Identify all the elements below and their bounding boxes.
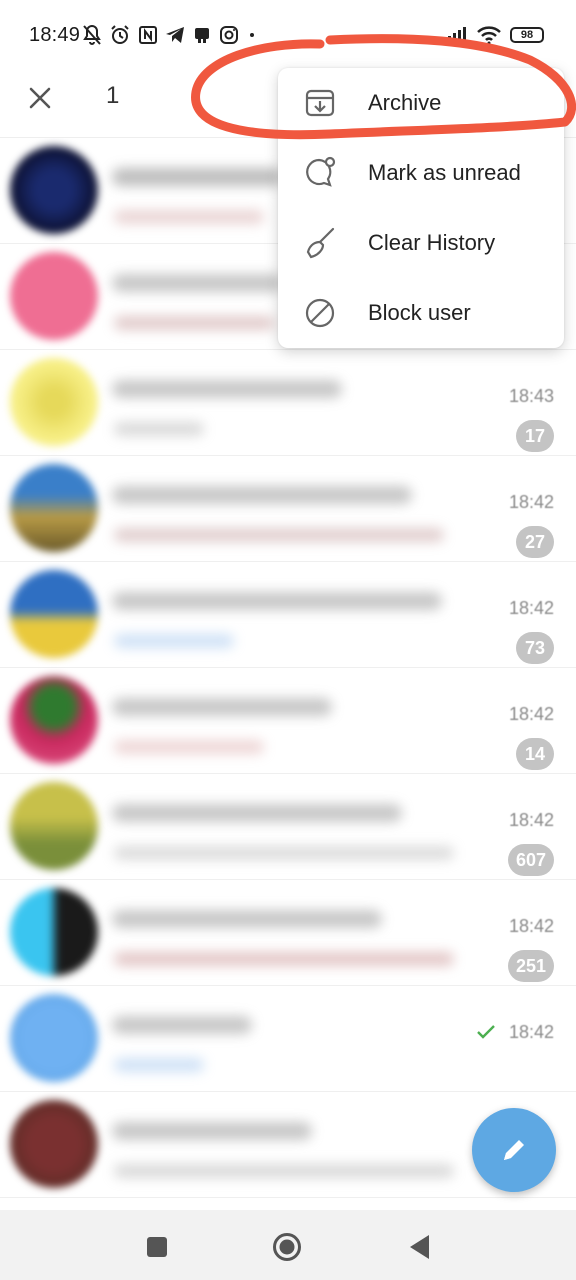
compose-button[interactable]: [472, 1108, 556, 1192]
chat-name: [112, 380, 342, 398]
chat-preview: [114, 210, 264, 224]
square-icon: [147, 1237, 167, 1257]
mark-unread-icon: [302, 155, 338, 191]
avatar: [10, 994, 98, 1082]
avatar: [10, 676, 98, 764]
avatar: [10, 570, 98, 658]
alarm-icon: [111, 25, 129, 44]
chat-time: 18:43: [508, 386, 554, 406]
chat-preview: [114, 1058, 204, 1072]
chat-name: [112, 910, 382, 928]
menu-item-block-user[interactable]: Block user: [278, 278, 564, 348]
avatar: [10, 358, 98, 446]
chat-time: 18:42: [508, 492, 554, 512]
wifi-icon: [477, 26, 501, 45]
unread-badge: 27: [516, 526, 554, 558]
back-triangle-icon: [410, 1235, 429, 1259]
menu-label: Archive: [368, 90, 442, 115]
chat-row[interactable]: 18:42 27: [0, 456, 576, 562]
chat-row[interactable]: 18:42 73: [0, 562, 576, 668]
avatar: [10, 146, 98, 234]
chat-time: 18:42: [508, 810, 554, 830]
chat-name: [112, 592, 442, 610]
menu-label: Block user: [368, 300, 471, 325]
chat-time: 18:42: [508, 1022, 554, 1042]
menu-label: Clear History: [368, 230, 496, 255]
system-icons: 98: [442, 22, 544, 48]
avatar: [10, 1100, 98, 1188]
chat-name: [112, 274, 282, 292]
home-button[interactable]: [272, 1232, 302, 1262]
broom-icon: [302, 225, 338, 261]
chat-row[interactable]: 18:42 251: [0, 880, 576, 986]
avatar: [10, 464, 98, 552]
read-check-icon: [477, 1025, 495, 1039]
unread-badge: 14: [516, 738, 554, 770]
battery-icon: 98: [510, 27, 544, 43]
chat-row[interactable]: 18:42: [0, 986, 576, 1092]
chat-preview: [114, 316, 274, 330]
nfc-icon: [139, 26, 157, 44]
selection-count: 1: [106, 82, 120, 109]
system-nav-bar: [0, 1210, 576, 1280]
chat-context-menu: Archive Mark as unread Clear History Blo…: [278, 68, 564, 348]
chat-time: 18:42: [508, 916, 554, 936]
chat-name: [112, 698, 332, 716]
chat-time: 18:42: [508, 704, 554, 724]
battery-level: 98: [520, 29, 534, 41]
archive-icon: [302, 85, 338, 121]
avatar: [10, 782, 98, 870]
chat-preview: [114, 1164, 454, 1178]
chat-time: 18:42: [508, 598, 554, 618]
chat-preview: [114, 846, 454, 860]
chat-preview: [114, 952, 454, 966]
chat-row[interactable]: 18:42 14: [0, 668, 576, 774]
chat-row[interactable]: 18:43 17: [0, 350, 576, 456]
close-selection-button[interactable]: [22, 80, 58, 116]
block-icon: [302, 295, 338, 331]
avatar: [10, 252, 98, 340]
signal-icon: [443, 27, 466, 44]
unread-badge: 251: [507, 950, 554, 982]
bot-icon: [195, 28, 209, 43]
chat-name: [112, 168, 282, 186]
avatar: [10, 888, 98, 976]
chat-name: [112, 1016, 252, 1034]
status-bar: 18:49 98: [0, 0, 576, 68]
chat-preview: [114, 634, 234, 648]
telegram-icon: [166, 27, 184, 43]
unread-badge: 73: [516, 632, 554, 664]
chat-preview: [114, 422, 204, 436]
back-button[interactable]: [404, 1232, 434, 1262]
chat-name: [112, 1122, 312, 1140]
chat-preview: [114, 740, 264, 754]
menu-item-archive[interactable]: Archive: [278, 68, 564, 138]
circle-icon: [273, 1233, 301, 1261]
menu-item-mark-unread[interactable]: Mark as unread: [278, 138, 564, 208]
recents-button[interactable]: [142, 1232, 172, 1262]
dot-icon: [250, 33, 254, 37]
chat-row[interactable]: 18:42 607: [0, 774, 576, 880]
pencil-icon: [504, 1140, 524, 1160]
bell-off-icon: [83, 24, 101, 45]
menu-item-clear-history[interactable]: Clear History: [278, 208, 564, 278]
status-time: 18:49: [29, 24, 81, 46]
unread-badge: 607: [507, 844, 554, 876]
notification-icons: [82, 22, 258, 48]
chat-preview: [114, 528, 444, 542]
instagram-icon: [220, 26, 238, 44]
unread-badge: 17: [516, 420, 554, 452]
close-icon: [29, 87, 51, 109]
chat-name: [112, 486, 412, 504]
chat-name: [112, 804, 402, 822]
menu-label: Mark as unread: [368, 160, 521, 185]
